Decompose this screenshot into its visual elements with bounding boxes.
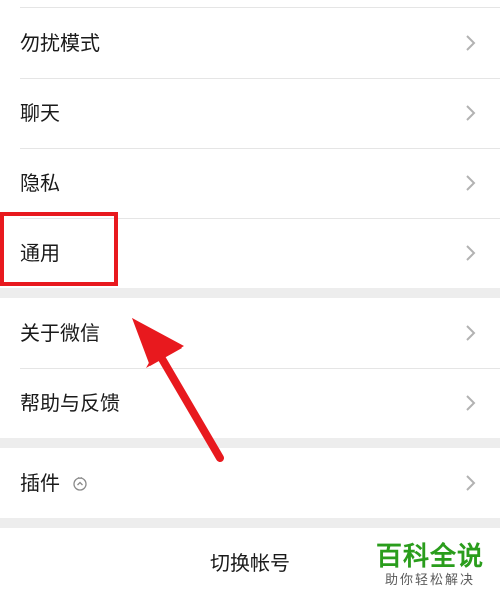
settings-item-label: 关于微信: [20, 321, 100, 345]
watermark-title: 百科全说: [375, 542, 484, 572]
chevron-right-icon: [466, 35, 476, 51]
settings-item-label: 通用: [20, 241, 60, 265]
settings-group-plugins: 插件: [0, 448, 500, 518]
settings-group-about: 关于微信 帮助与反馈: [0, 298, 500, 438]
section-gap: [0, 518, 500, 528]
watermark-subtitle: 助你轻松解决: [384, 573, 475, 588]
settings-item-general[interactable]: 通用: [0, 218, 500, 288]
chevron-right-icon: [466, 395, 476, 411]
settings-item-help-feedback[interactable]: 帮助与反馈: [0, 368, 500, 438]
settings-item-label: 帮助与反馈: [20, 391, 120, 415]
chevron-right-icon: [466, 475, 476, 491]
settings-item-label: 聊天: [20, 101, 60, 125]
chevron-right-icon: [466, 245, 476, 261]
settings-item-chat[interactable]: 聊天: [0, 78, 500, 148]
plugin-sprout-icon: [73, 477, 87, 491]
settings-item-privacy[interactable]: 隐私: [0, 148, 500, 218]
chevron-right-icon: [466, 325, 476, 341]
wechat-settings-screen: 勿扰模式 聊天 隐私 通用 关于微信 帮助与反馈 插件 切换帐号 百科全说 助你…: [0, 0, 500, 600]
section-gap: [0, 288, 500, 298]
settings-item-label: 勿扰模式: [20, 31, 100, 55]
settings-group-main: 勿扰模式 聊天 隐私 通用: [0, 0, 500, 288]
settings-item-label: 隐私: [20, 171, 60, 195]
watermark-logo: 百科全说 助你轻松解决: [374, 542, 486, 590]
settings-item-label: 插件: [20, 471, 60, 495]
settings-item-do-not-disturb[interactable]: 勿扰模式: [0, 8, 500, 78]
settings-item-about-wechat[interactable]: 关于微信: [0, 298, 500, 368]
chevron-right-icon: [466, 175, 476, 191]
section-gap: [0, 438, 500, 448]
chevron-right-icon: [466, 105, 476, 121]
settings-item-plugins[interactable]: 插件: [0, 448, 500, 518]
